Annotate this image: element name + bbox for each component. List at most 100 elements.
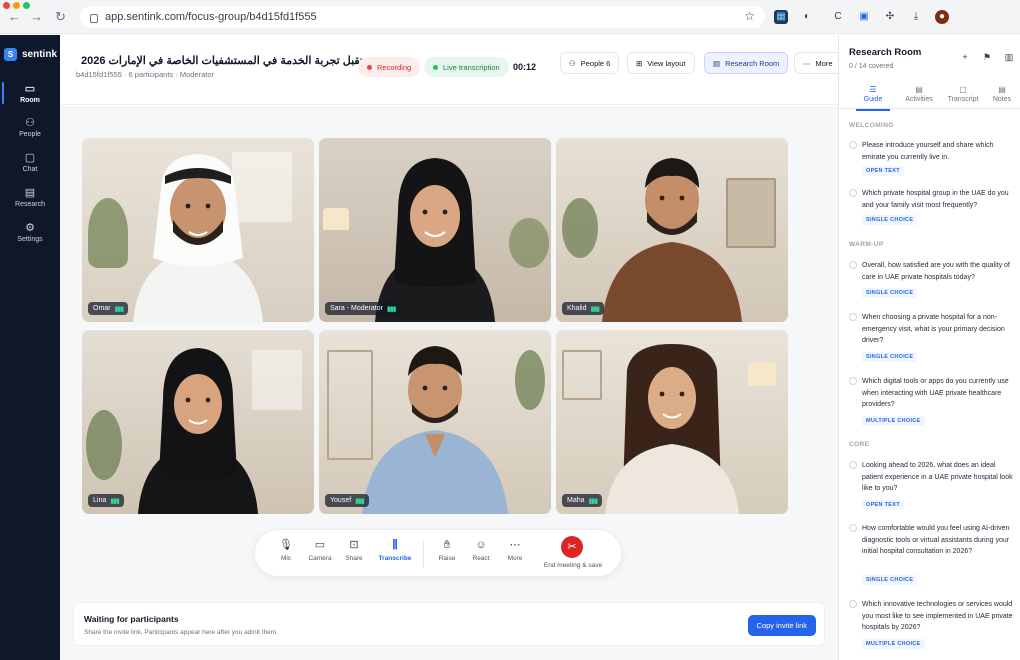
bookmark-star-icon[interactable]: ☆ xyxy=(744,9,755,23)
waiting-title: Waiting for participants xyxy=(84,614,179,624)
ellipsis-icon: ⋯ xyxy=(803,58,811,68)
panel-tabs: ☰ Guide ▤ Activities ▢ Transcript ▤ Note… xyxy=(839,81,1020,111)
activities-icon: ▤ xyxy=(915,85,923,94)
question-type-badge: SINGLE CHOICE xyxy=(862,352,918,362)
question-text: Which digital tools or apps do you curre… xyxy=(862,378,1009,408)
video-tile-yousef[interactable]: Yousef ▮▮▮ xyxy=(319,330,551,514)
participant-video-lina xyxy=(138,348,258,514)
mic-label: Mic xyxy=(280,555,292,562)
participant-name: Maha xyxy=(567,497,585,504)
address-bar[interactable]: app.sentink.com/focus-group/b4d15fd1f555… xyxy=(80,6,765,28)
meeting-title: مستقبل تجربة الخدمة في المستشفيات الخاصة… xyxy=(81,55,379,67)
question-status-radio[interactable] xyxy=(849,141,857,149)
raise-hand-button[interactable]: ✋︎ Raise xyxy=(430,538,464,562)
section-heading: WELCOMING xyxy=(849,122,894,129)
question-text: Which private hospital group in the UAE … xyxy=(862,190,1009,209)
question-status-radio[interactable] xyxy=(849,189,857,197)
profile-avatar[interactable]: ● xyxy=(935,10,949,24)
participant-name-tag: Lina ▮▮▮ xyxy=(88,494,124,507)
nav-item-research[interactable]: ▤ Research xyxy=(0,186,60,208)
participant-name: Khalid xyxy=(567,305,587,312)
question-status-radio[interactable] xyxy=(849,461,857,469)
question-status-radio[interactable] xyxy=(849,600,857,608)
end-meeting-button[interactable]: ✂ xyxy=(561,536,583,558)
question-status-radio[interactable] xyxy=(849,313,857,321)
camera-icon: ▭ xyxy=(314,539,326,551)
lamp-shape xyxy=(323,208,349,230)
back-arrow-icon[interactable]: ← xyxy=(8,9,21,25)
tab-activities[interactable]: ▤ Activities xyxy=(899,85,939,103)
extensions-puzzle-icon[interactable]: ✣ xyxy=(883,10,897,24)
coverage-count: 0 / 14 covered xyxy=(849,63,894,70)
question-status-radio[interactable] xyxy=(849,377,857,385)
question-type-badge: OPEN TEXT xyxy=(862,166,904,176)
notes-icon: ▤ xyxy=(998,85,1006,94)
maximize-window-button[interactable] xyxy=(23,2,30,9)
extension-icon[interactable]: C xyxy=(831,10,845,24)
participant-video-maha xyxy=(605,344,739,514)
question-status-radio[interactable] xyxy=(849,261,857,269)
meeting-subtitle: b4d15fd1f555 · 6 participants · Moderato… xyxy=(76,70,214,79)
research-room-label: Research Room xyxy=(725,58,780,68)
people-button[interactable]: ⚇ People 6 xyxy=(560,52,620,74)
audio-level-icon: ▮▮▮ xyxy=(110,497,120,505)
url-text: app.sentink.com/focus-group/b4d15fd1f555 xyxy=(105,11,317,23)
view-layout-button[interactable]: ⊞ View layout xyxy=(627,52,695,74)
window-controls xyxy=(3,2,30,9)
site-info-icon[interactable] xyxy=(90,13,98,23)
copy-invite-link-button[interactable]: Copy invite link xyxy=(747,615,816,636)
extension-icon[interactable]: ▦ xyxy=(774,10,788,24)
video-tile-sara[interactable]: Sara - Moderator ▮▮▮ xyxy=(319,138,551,322)
tab-label: Notes xyxy=(992,96,1012,103)
download-icon[interactable]: ⤓ xyxy=(909,10,923,24)
clipboard-icon: ▤ xyxy=(713,58,721,68)
research-room-button[interactable]: ▤ Research Room xyxy=(704,52,789,74)
react-button[interactable]: ☺ React xyxy=(464,538,498,562)
nav-label: Room xyxy=(20,97,40,104)
audio-level-icon: ▮▮▮ xyxy=(588,497,599,505)
forward-arrow-icon[interactable]: → xyxy=(30,9,43,25)
participant-video-sara xyxy=(375,158,495,322)
video-tile-lina[interactable]: Lina ▮▮▮ xyxy=(82,330,314,514)
tab-transcript[interactable]: ▢ Transcript xyxy=(943,85,983,103)
waveform-icon: ⫼ xyxy=(392,539,398,551)
minimize-window-button[interactable] xyxy=(13,2,20,9)
mic-button[interactable]: 🎙︎ Mic xyxy=(269,538,303,562)
nav-item-room[interactable]: ▭ Room xyxy=(0,82,60,104)
live-transcription-badge: Live transcription xyxy=(424,57,509,77)
brand-logo[interactable]: S sentink xyxy=(4,48,57,61)
video-tile-khalid[interactable]: Khalid ▮▮▮ xyxy=(556,138,788,322)
nav-item-people[interactable]: ⚇ People xyxy=(0,116,60,138)
camera-button[interactable]: ▭ Camera xyxy=(303,538,337,562)
question-status-radio[interactable] xyxy=(849,524,857,532)
people-button-label: People 6 xyxy=(580,58,611,68)
nav-item-settings[interactable]: ⚙ Settings xyxy=(0,221,60,243)
tab-notes[interactable]: ▤ Notes xyxy=(982,85,1020,103)
chat-icon: ▢ xyxy=(24,152,36,164)
extension-icon[interactable]: ◐ xyxy=(800,10,814,24)
more-controls-button[interactable]: ⋯ More xyxy=(498,538,532,562)
tab-guide[interactable]: ☰ Guide xyxy=(853,85,893,111)
more-button[interactable]: ⋯ More xyxy=(794,52,841,74)
nav-item-chat[interactable]: ▢ Chat xyxy=(0,151,60,173)
video-tile-omar[interactable]: Omar ▮▮▮ xyxy=(82,138,314,322)
add-icon[interactable]: + xyxy=(959,51,971,63)
left-sidebar: S sentink ▭ Room ⚇ People ▢ Chat ▤ Resea… xyxy=(0,35,60,660)
panel-toggle-icon[interactable]: ▥ xyxy=(1003,51,1015,63)
question-text: Overall, how satisfied are you with the … xyxy=(862,262,1010,281)
transcribe-button[interactable]: ⫼ Transcribe xyxy=(375,538,415,562)
bookmark-icon[interactable]: ⚑ xyxy=(981,51,993,63)
video-tile-maha[interactable]: Maha ▮▮▮ xyxy=(556,330,788,514)
question-text: Please introduce yourself and share whic… xyxy=(862,142,994,161)
react-label: React xyxy=(472,555,490,562)
reload-icon[interactable]: ↻ xyxy=(55,9,66,25)
meeting-controls: 🎙︎ Mic ▭ Camera ⊡ Share ⫼ Transcribe ✋︎ … xyxy=(254,529,622,577)
nav-label: Settings xyxy=(17,236,43,243)
question-text: When choosing a private hospital for a n… xyxy=(862,314,1005,344)
close-window-button[interactable] xyxy=(3,2,10,9)
share-button[interactable]: ⊡ Share xyxy=(337,538,371,562)
settings-icon: ⚙ xyxy=(25,222,35,234)
extension-icon[interactable]: ▣ xyxy=(857,10,871,24)
audio-level-icon: ▮▮▮ xyxy=(386,305,397,313)
audio-level-icon: ▮▮▮ xyxy=(114,305,125,313)
